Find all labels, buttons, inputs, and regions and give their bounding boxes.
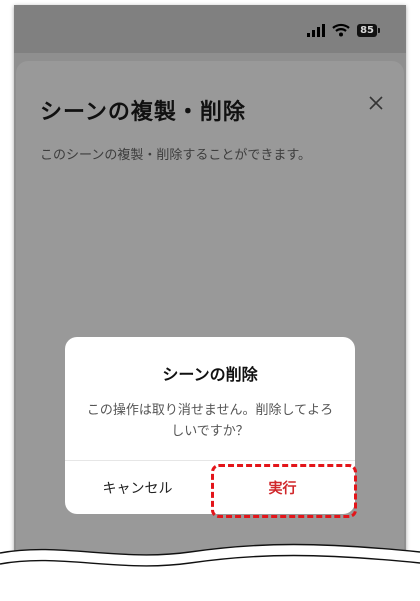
sheet-description: このシーンの複製・削除することができます。 [40, 148, 312, 163]
sheet-title: シーンの複製・削除 [40, 100, 246, 125]
cancel-button[interactable]: キャンセル [65, 461, 210, 514]
battery-level: 85 [357, 23, 377, 37]
dialog-title: シーンの削除 [162, 365, 258, 384]
dialog-message: この操作は取り消せません。削除してよろしいですか？ [86, 403, 334, 439]
bottom-sheet: シーンの複製・削除 このシーンの複製・削除することができます。 [16, 61, 404, 601]
close-icon [369, 96, 383, 110]
wifi-icon [332, 23, 350, 37]
signal-icon [307, 23, 326, 37]
screenshot-stage: 85 シーンの複製・削除 このシーンの複製・削除することができます。 シーンの削… [0, 0, 420, 601]
status-bar: 85 [14, 5, 406, 53]
torn-edge [0, 543, 420, 601]
close-button[interactable] [364, 91, 388, 115]
execute-button[interactable]: 実行 [210, 461, 355, 514]
delete-confirm-dialog: シーンの削除 この操作は取り消せません。削除してよろしいですか？ キャンセル 実… [65, 337, 355, 514]
battery-icon: 85 [357, 23, 380, 37]
status-icons: 85 [307, 23, 380, 37]
